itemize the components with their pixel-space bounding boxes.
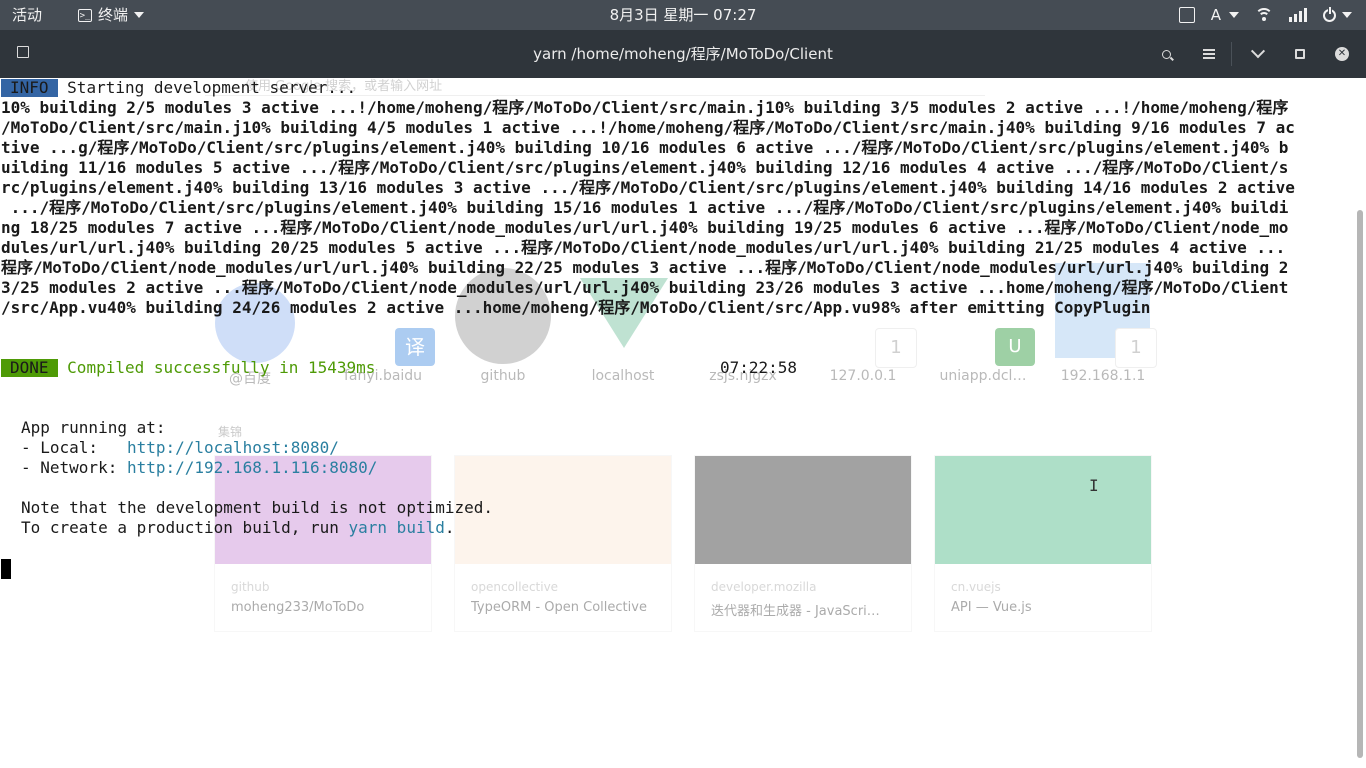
search-icon (1161, 49, 1171, 59)
chevron-down-icon (134, 12, 145, 18)
note-line: To create a production build, run yarn b… (21, 518, 454, 538)
build-log-line: rc/plugins/element.j40% building 13/16 m… (1, 178, 1295, 197)
header-divider (1231, 42, 1232, 66)
maximize-button[interactable] (1290, 44, 1310, 64)
power-menu[interactable] (1323, 6, 1352, 22)
local-url-line: - Local: http://localhost:8080/ (21, 438, 339, 458)
build-log-line: tive ...g/程序/MoToDo/Client/src/plugins/e… (1, 138, 1289, 157)
network-url-link[interactable]: http://192.168.1.116:8080/ (127, 458, 377, 477)
power-icon (1323, 6, 1336, 22)
volume-icon[interactable] (1289, 8, 1307, 22)
input-method-indicator[interactable]: A (1211, 0, 1239, 30)
search-button[interactable] (1156, 44, 1176, 64)
terminal-cursor (1, 559, 11, 579)
done-line: DONE Compiled successfully in 15439ms (1, 358, 375, 378)
info-text: Starting development server... (67, 78, 357, 97)
done-text: Compiled successfully in 15439ms (67, 358, 376, 377)
chevron-down-icon (1250, 44, 1266, 59)
terminal-icon: >_ (78, 8, 92, 22)
input-method-label: A (1210, 6, 1221, 24)
maximize-icon (1295, 49, 1305, 59)
terminal-output[interactable]: INFO Starting development server... 10% … (0, 78, 1366, 768)
build-log-line: 3/25 modules 2 active ...程序/MoToDo/Clien… (1, 278, 1289, 297)
build-log-line: 10% building 2/5 modules 3 active ...!/h… (1, 98, 1289, 117)
app-menu-label: 终端 (98, 6, 129, 24)
info-line: INFO Starting development server... (1, 78, 356, 98)
chevron-down-icon (1342, 12, 1352, 18)
system-tray[interactable]: A (1178, 0, 1352, 30)
info-badge: INFO (1, 79, 58, 97)
chevron-down-icon (1229, 12, 1239, 18)
activities-button[interactable]: 活动 (12, 0, 42, 30)
build-log: 10% building 2/5 modules 3 active ...!/h… (1, 98, 1351, 318)
menu-button[interactable] (1199, 44, 1219, 64)
note-line: Note that the development build is not o… (21, 498, 494, 517)
close-button[interactable]: ✕ (1332, 44, 1352, 64)
build-log-line: /src/App.vu40% building 24/26 modules 2 … (1, 298, 1151, 317)
minimize-button[interactable] (1248, 44, 1268, 64)
screen-icon[interactable] (1178, 7, 1195, 23)
close-icon: ✕ (1335, 47, 1349, 61)
network-url-line: - Network: http://192.168.1.116:8080/ (21, 458, 377, 478)
terminal-scrollbar[interactable] (1357, 210, 1363, 758)
network-label: - Network: (21, 458, 127, 477)
build-log-line: .../程序/MoToDo/Client/src/plugins/element… (1, 198, 1289, 217)
done-badge: DONE (1, 359, 58, 377)
build-log-line: 程序/MoToDo/Client/node_modules/url/url.j4… (1, 258, 1289, 277)
note-suffix: . (444, 518, 455, 537)
top-bar: 活动 >_ 终端 8月3日 星期一 07:27 A (0, 0, 1366, 30)
mouse-ibeam-cursor-icon: I (1089, 476, 1099, 495)
wifi-icon[interactable] (1255, 8, 1273, 22)
app-menu-button[interactable]: >_ 终端 (78, 0, 145, 30)
app-running-heading: App running at: (21, 418, 166, 437)
yarn-build-command: yarn build (348, 518, 445, 537)
clock[interactable]: 8月3日 星期一 07:27 (610, 6, 757, 24)
hamburger-icon (1203, 49, 1215, 59)
terminal-headerbar: yarn /home/moheng/程序/MoToDo/Client ✕ (0, 30, 1366, 78)
build-log-line: /MoToDo/Client/src/main.j10% building 4/… (1, 118, 1295, 137)
build-log-line: uilding 11/16 modules 5 active .../程序/Mo… (1, 158, 1289, 177)
done-timestamp: 07:22:58 (720, 358, 798, 377)
build-log-line: ng 18/25 modules 7 active ...程序/MoToDo/C… (1, 218, 1289, 237)
build-log-line: dules/url/url.j40% building 20/25 module… (1, 238, 1286, 257)
local-url-link[interactable]: http://localhost:8080/ (127, 438, 339, 457)
note-prefix: To create a production build, run (21, 518, 349, 537)
local-label: - Local: (21, 438, 127, 457)
